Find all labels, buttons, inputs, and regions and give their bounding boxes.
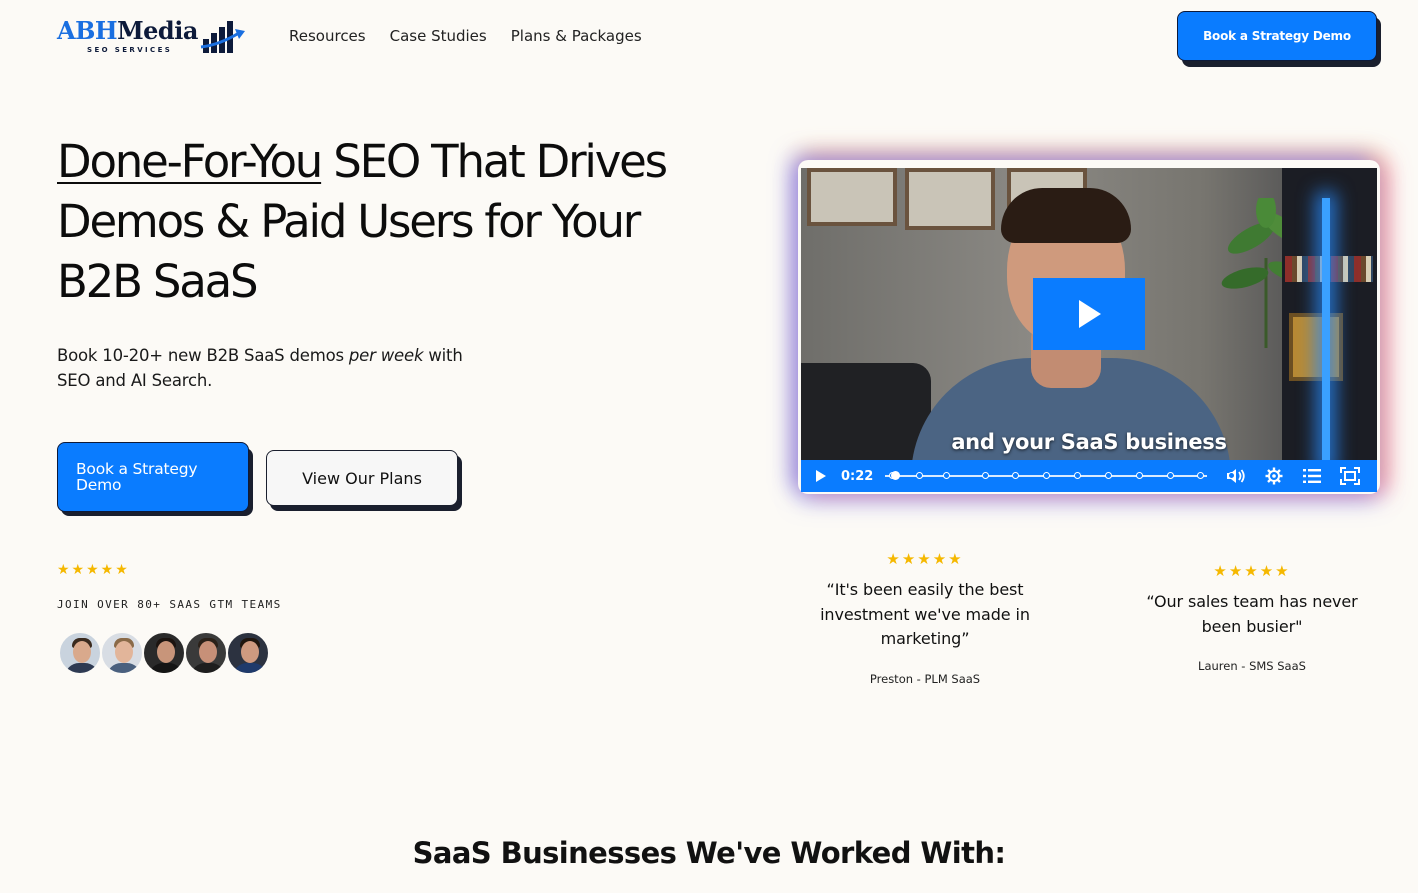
chapters-button[interactable] [1293,460,1331,492]
wall-frame [905,168,995,230]
chapter-marker [1012,472,1020,479]
hero-secondary-cta: View Our Plans [266,450,464,513]
nav-resources[interactable]: Resources [289,26,366,46]
testimonial-author: Preston - PLM SaaS [869,671,981,686]
testimonial-card: ★★★★★ “It's been easily the best investm… [804,550,1046,686]
hero-subtitle: Book 10-20+ new B2B SaaS demos per week … [57,343,477,393]
bar-chart-arrow-icon [200,21,245,53]
chapter-marker [1197,472,1205,479]
hero-primary-cta: Book a Strategy Demo [57,442,255,519]
avatar [184,631,228,675]
view-our-plans-button[interactable]: View Our Plans [266,450,458,506]
video-play-button[interactable] [1033,278,1145,350]
testimonial-quote: “Our sales team has never been busier" [1146,592,1358,636]
shelf-picture [1289,313,1343,381]
avatar [58,631,102,675]
fullscreen-icon [1340,467,1360,485]
hero-book-strategy-demo-button[interactable]: Book a Strategy Demo [57,442,249,512]
led-strip [1322,198,1330,468]
testimonial-quote: “It's been easily the best investment we… [820,580,1030,648]
logo-tagline: SEO SERVICES [87,46,173,54]
chapter-marker [1043,472,1051,479]
brand-logo[interactable]: ABHMedia SEO SERVICES [57,17,247,57]
avatar [226,631,270,675]
person-hair [1001,188,1131,243]
settings-button[interactable] [1255,460,1293,492]
list-icon [1303,469,1321,483]
book-strategy-demo-button[interactable]: Book a Strategy Demo [1177,11,1377,61]
testimonial-stars: ★★★★★ [1213,562,1291,580]
chapter-marker [942,472,950,479]
video-current-time: 0:22 [841,468,874,484]
chapter-marker [981,472,989,479]
play-icon [1079,300,1101,328]
wall-frame [807,168,897,226]
logo-brand-secondary: Media [117,16,198,45]
nav-plans-packages[interactable]: Plans & Packages [511,26,642,46]
hero-subtitle-before: Book 10-20+ new B2B SaaS demos [57,346,349,365]
client-avatars [58,631,270,675]
chapter-marker [1104,472,1112,479]
logo-brand-primary: ABH [57,16,118,45]
chapter-marker [1166,472,1174,479]
chapter-marker [915,472,923,479]
section-title: SaaS Businesses We've Worked With: [412,836,1006,870]
volume-button[interactable] [1217,460,1255,492]
hero-title: Done-For-You SEO That Drives Demos & Pai… [57,132,697,312]
chapter-marker [1135,472,1143,479]
avatar [100,631,144,675]
testimonial-card: ★★★★★ “Our sales team has never been bus… [1132,562,1372,673]
video-player[interactable]: and your SaaS business 0:22 [801,168,1377,492]
chair [801,363,931,473]
avatar [142,631,186,675]
video-progress-bar[interactable] [881,460,1236,492]
header-cta: Book a Strategy Demo [1177,11,1383,68]
chapter-marker [1074,472,1081,479]
main-nav: Resources Case Studies Plans & Packages [289,26,642,46]
hero-title-underlined: Done-For-You [57,135,323,188]
hero-rating-stars: ★★★★★ [57,562,130,578]
logo-wordmark: ABHMedia [57,19,198,43]
play-icon [816,470,826,482]
hero-subtitle-emphasis: per week [348,346,424,365]
testimonial-author: Lauren - SMS SaaS [1198,659,1306,673]
progress-playhead[interactable] [891,471,901,480]
fullscreen-button[interactable] [1331,460,1369,492]
control-play-button[interactable] [801,460,841,492]
gear-icon [1265,467,1283,485]
video-controls: 0:22 [801,460,1377,492]
video-caption: and your SaaS business [951,430,1227,454]
testimonial-stars: ★★★★★ [886,550,964,568]
nav-case-studies[interactable]: Case Studies [390,26,487,46]
join-teams-text: JOIN OVER 80+ SAAS GTM TEAMS [57,598,282,611]
